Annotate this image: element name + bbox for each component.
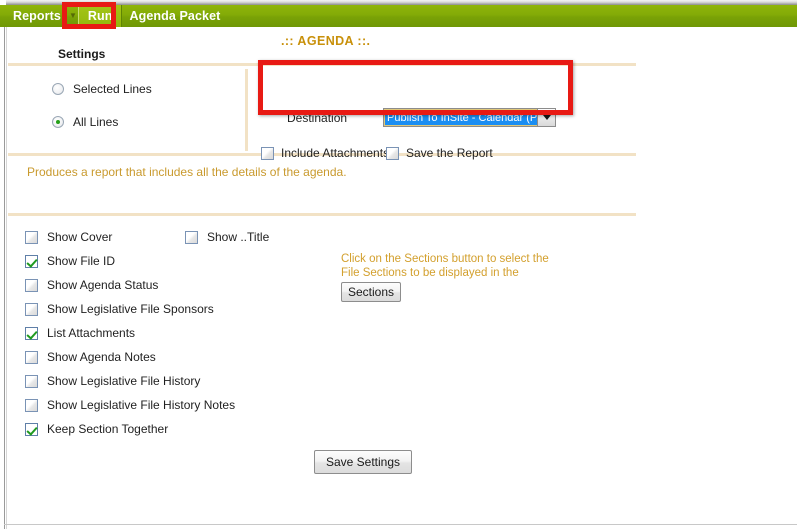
- checkbox-show-agenda-notes[interactable]: Show Agenda Notes: [25, 345, 325, 369]
- radio-label-all-lines: All Lines: [73, 115, 119, 129]
- checkbox-indicator-list-attachments[interactable]: [25, 326, 38, 340]
- divider-top: [8, 63, 636, 66]
- chevron-down-icon[interactable]: [537, 109, 555, 126]
- checkbox-save-the-report[interactable]: Save the Report: [386, 146, 493, 160]
- menu-item-run[interactable]: Run: [77, 5, 123, 27]
- divider-bottom: [8, 213, 636, 216]
- save-settings-button[interactable]: Save Settings: [314, 450, 412, 474]
- radio-selected-lines[interactable]: Selected Lines: [52, 82, 152, 96]
- sections-button[interactable]: Sections: [341, 282, 401, 302]
- checkbox-indicator-show-agenda-notes[interactable]: [25, 350, 38, 364]
- checkbox-show-title[interactable]: Show ..Title: [185, 225, 269, 249]
- radio-indicator-all-lines[interactable]: [52, 116, 64, 128]
- checkbox-indicator-show-cover[interactable]: [25, 230, 38, 244]
- destination-select[interactable]: Publish To InSite - Calendar (PDF): [383, 108, 556, 127]
- settings-heading: Settings: [58, 47, 106, 61]
- report-settings-page: Settings .:: AGENDA ::. Selected Lines A…: [0, 27, 797, 529]
- checkbox-show-agenda-status[interactable]: Show Agenda Status: [25, 273, 325, 297]
- checkbox-label-show-title: Show ..Title: [207, 230, 270, 244]
- checkbox-label-show-cover: Show Cover: [47, 230, 113, 244]
- menu-item-reports[interactable]: Reports: [6, 5, 68, 27]
- menu-item-agenda-packet[interactable]: Agenda Packet: [122, 5, 227, 27]
- checkbox-label-show-legislative-file-history: Show Legislative File History: [47, 374, 201, 388]
- checkbox-show-legislative-file-sponsors[interactable]: Show Legislative File Sponsors: [25, 297, 325, 321]
- checkbox-label-show-legislative-file-history-notes: Show Legislative File History Notes: [47, 398, 236, 412]
- report-description: Produces a report that includes all the …: [27, 165, 347, 179]
- checkbox-label-list-attachments: List Attachments: [47, 326, 136, 340]
- checkbox-label-save-the-report: Save the Report: [406, 146, 493, 160]
- checkbox-label-show-legislative-file-sponsors: Show Legislative File Sponsors: [47, 302, 214, 316]
- page-bottom-border: [4, 524, 797, 525]
- checkbox-show-legislative-file-history-notes[interactable]: Show Legislative File History Notes: [25, 393, 325, 417]
- radio-indicator-selected-lines[interactable]: [52, 83, 64, 95]
- checkbox-label-include-attachments: Include Attachments: [281, 146, 390, 160]
- checkbox-label-show-file-id: Show File ID: [47, 254, 116, 268]
- report-options-list: Show Cover Show File ID Show Agenda Stat…: [25, 225, 325, 441]
- checkbox-indicator-show-title[interactable]: [185, 230, 198, 244]
- checkbox-indicator-show-file-id[interactable]: [25, 254, 38, 268]
- menubar-items: Reports ▼ Run Agenda Packet: [6, 5, 227, 27]
- checkbox-indicator-show-agenda-status[interactable]: [25, 278, 38, 292]
- checkbox-indicator-show-legislative-file-sponsors[interactable]: [25, 302, 38, 316]
- checkbox-indicator-include-attachments[interactable]: [261, 146, 274, 160]
- checkbox-list-attachments[interactable]: List Attachments: [25, 321, 325, 345]
- main-menubar: Reports ▼ Run Agenda Packet: [0, 5, 797, 27]
- checkbox-label-show-agenda-notes: Show Agenda Notes: [47, 350, 156, 364]
- checkbox-indicator-show-legislative-file-history-notes[interactable]: [25, 398, 38, 412]
- page-title: .:: AGENDA ::.: [281, 34, 371, 48]
- destination-label: Destination: [287, 111, 348, 125]
- page-left-border-inner: [6, 27, 7, 529]
- checkbox-show-legislative-file-history[interactable]: Show Legislative File History: [25, 369, 325, 393]
- destination-selected-value[interactable]: Publish To InSite - Calendar (PDF): [384, 109, 537, 126]
- checkbox-label-show-agenda-status: Show Agenda Status: [47, 278, 159, 292]
- chevron-down-icon[interactable]: ▼: [68, 5, 78, 27]
- page-left-border: [4, 27, 5, 529]
- checkbox-indicator-keep-section-together[interactable]: [25, 422, 38, 436]
- radio-label-selected-lines: Selected Lines: [73, 82, 152, 96]
- checkbox-indicator-save-the-report[interactable]: [386, 146, 399, 160]
- radio-all-lines[interactable]: All Lines: [52, 115, 118, 129]
- divider-vertical: [245, 69, 248, 151]
- checkbox-show-cover[interactable]: Show Cover: [25, 225, 325, 249]
- checkbox-include-attachments[interactable]: Include Attachments: [261, 146, 389, 160]
- checkbox-keep-section-together[interactable]: Keep Section Together: [25, 417, 325, 441]
- checkbox-indicator-show-legislative-file-history[interactable]: [25, 374, 38, 388]
- checkbox-show-file-id[interactable]: Show File ID: [25, 249, 325, 273]
- checkbox-label-keep-section-together: Keep Section Together: [47, 422, 169, 436]
